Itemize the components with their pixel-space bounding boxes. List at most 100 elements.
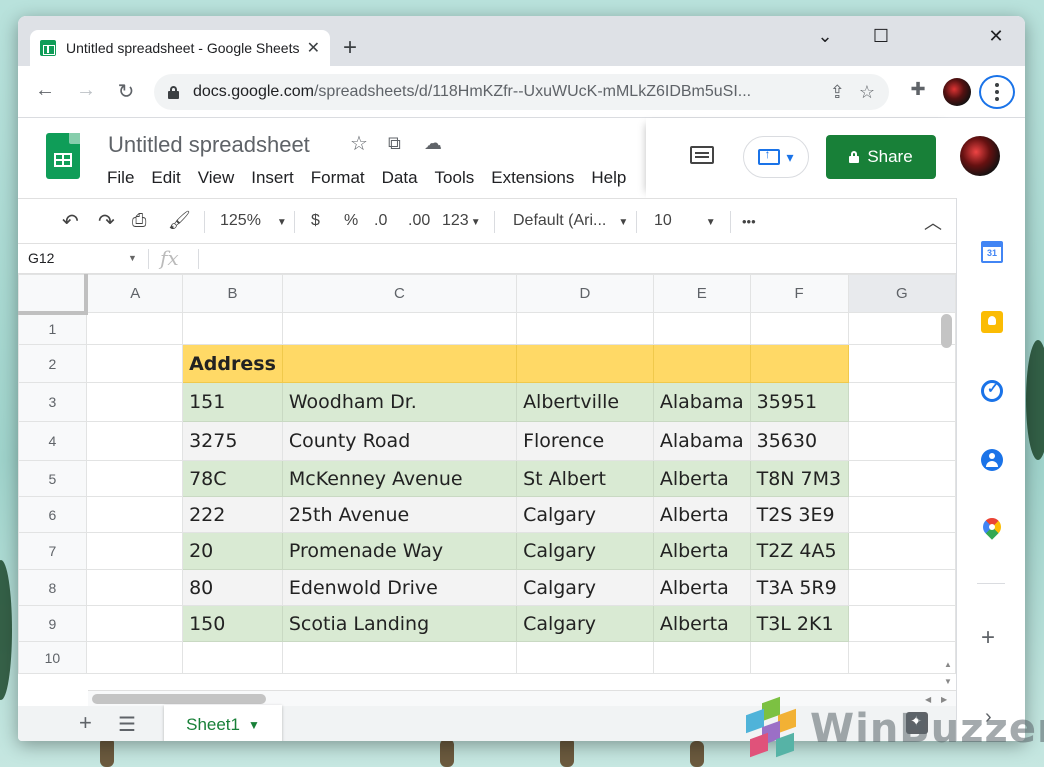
star-icon[interactable]: ☆	[859, 82, 875, 103]
calendar-icon[interactable]: 31	[981, 241, 1003, 263]
cell-e6[interactable]: Alberta	[652, 496, 751, 533]
column-header-c[interactable]: C	[281, 274, 518, 313]
more-tools-button[interactable]: •••	[742, 214, 756, 229]
address-bar[interactable]: docs.google.com/spreadsheets/d/118HmKZfr…	[154, 74, 889, 110]
cell-d9[interactable]: Calgary	[516, 605, 654, 642]
new-tab-button[interactable]: +	[343, 36, 357, 60]
cell-a2[interactable]	[85, 344, 184, 383]
present-button[interactable]: ▾	[743, 136, 809, 178]
tasks-icon[interactable]	[981, 380, 1003, 402]
cell-a4[interactable]	[85, 421, 184, 461]
row-header-7[interactable]: 7	[18, 532, 87, 570]
scroll-up-icon[interactable]: ▲	[944, 660, 952, 669]
cell-f10[interactable]	[749, 641, 849, 674]
cell-b4[interactable]: 3275	[182, 421, 283, 461]
cell-a5[interactable]	[85, 460, 184, 497]
cell-b10[interactable]	[182, 641, 283, 674]
redo-icon[interactable]: ↷	[98, 209, 115, 234]
cell-b3[interactable]: 151	[182, 382, 283, 422]
decrease-decimal-button[interactable]: .0	[374, 212, 387, 230]
get-addons-button[interactable]: +	[981, 624, 995, 652]
column-header-e[interactable]: E	[652, 274, 751, 313]
column-header-d[interactable]: D	[516, 274, 654, 313]
cell-f7[interactable]: T2Z 4A5	[749, 532, 849, 570]
menu-extensions[interactable]: Extensions	[491, 168, 574, 188]
menu-edit[interactable]: Edit	[151, 168, 180, 188]
column-header-g[interactable]: G	[847, 274, 956, 313]
zoom-select[interactable]: 125% ▼	[220, 212, 287, 230]
menu-insert[interactable]: Insert	[251, 168, 294, 188]
number-format-button[interactable]: 123 ▼	[442, 212, 481, 230]
cell-c7[interactable]: Promenade Way	[281, 532, 518, 570]
font-select[interactable]: Default (Ari... ▼	[513, 212, 628, 230]
contacts-icon[interactable]	[981, 449, 1003, 471]
star-icon[interactable]: ☆	[350, 131, 368, 156]
doc-title[interactable]: Untitled spreadsheet	[108, 132, 310, 158]
name-box[interactable]: G12	[28, 250, 54, 266]
profile-avatar[interactable]	[943, 78, 971, 106]
print-icon[interactable]: ⎙	[132, 210, 146, 231]
keep-icon[interactable]	[981, 311, 1003, 333]
cell-f9[interactable]: T3L 2K1	[749, 605, 849, 642]
cell-c9[interactable]: Scotia Landing	[281, 605, 518, 642]
cell-g1[interactable]	[847, 312, 956, 345]
cell-g6[interactable]	[847, 496, 956, 533]
account-avatar[interactable]	[960, 136, 1000, 176]
close-window-button[interactable]: ✕	[981, 26, 1011, 47]
cell-g9[interactable]	[847, 605, 956, 642]
cell-e8[interactable]: Alberta	[652, 569, 751, 606]
maps-icon[interactable]	[979, 514, 1005, 540]
forward-button[interactable]: →	[74, 79, 98, 102]
column-header-f[interactable]: F	[749, 274, 849, 313]
cell-c4[interactable]: County Road	[281, 421, 518, 461]
cell-d6[interactable]: Calgary	[516, 496, 654, 533]
cell-a6[interactable]	[85, 496, 184, 533]
cell-b7[interactable]: 20	[182, 532, 283, 570]
move-folder-icon[interactable]: ⧉	[388, 133, 401, 154]
formula-input[interactable]	[208, 250, 948, 268]
browser-tab[interactable]: Untitled spreadsheet - Google Sheets ✕	[30, 30, 330, 66]
cell-b5[interactable]: 78C	[182, 460, 283, 497]
cell-c6[interactable]: 25th Avenue	[281, 496, 518, 533]
cell-f6[interactable]: T2S 3E9	[749, 496, 849, 533]
kebab-menu-icon[interactable]	[979, 75, 1015, 109]
tab-close-icon[interactable]: ✕	[307, 38, 320, 58]
comment-history-icon[interactable]	[690, 146, 714, 164]
cell-f1[interactable]	[749, 312, 849, 345]
increase-decimal-button[interactable]: .00	[408, 212, 430, 230]
font-size-select[interactable]: 10 ▼	[654, 212, 716, 230]
all-sheets-button[interactable]: ☰	[118, 712, 136, 737]
cloud-status-icon[interactable]: ☁	[424, 133, 442, 154]
row-header-5[interactable]: 5	[18, 460, 87, 497]
cell-g7[interactable]	[847, 532, 956, 570]
cell-d5[interactable]: St Albert	[516, 460, 654, 497]
sheets-logo-icon[interactable]	[46, 133, 80, 179]
cell-a3[interactable]	[85, 382, 184, 422]
cell-c1[interactable]	[281, 312, 518, 345]
row-header-2[interactable]: 2	[18, 344, 87, 383]
share-button[interactable]: Share	[826, 135, 936, 179]
lock-icon[interactable]	[168, 85, 179, 99]
cell-d3[interactable]: Albertville	[516, 382, 654, 422]
minimize-button[interactable]: ⌄	[810, 26, 840, 47]
cell-a10[interactable]	[85, 641, 184, 674]
row-header-9[interactable]: 9	[18, 605, 87, 642]
cell-d7[interactable]: Calgary	[516, 532, 654, 570]
cell-e10[interactable]	[652, 641, 751, 674]
cell-g2[interactable]	[847, 344, 956, 383]
cell-c8[interactable]: Edenwold Drive	[281, 569, 518, 606]
cell-b1[interactable]	[182, 312, 283, 345]
cell-c10[interactable]	[281, 641, 518, 674]
row-header-4[interactable]: 4	[18, 421, 87, 461]
cell-f4[interactable]: 35630	[749, 421, 849, 461]
percent-button[interactable]: %	[344, 212, 358, 230]
cell-a7[interactable]	[85, 532, 184, 570]
cell-d8[interactable]: Calgary	[516, 569, 654, 606]
cell-b8[interactable]: 80	[182, 569, 283, 606]
column-header-b[interactable]: B	[182, 274, 283, 313]
cell-e3[interactable]: Alabama	[652, 382, 751, 422]
scroll-down-icon[interactable]: ▼	[944, 677, 952, 686]
url-text[interactable]: docs.google.com/spreadsheets/d/118HmKZfr…	[193, 83, 816, 101]
menu-file[interactable]: File	[107, 168, 134, 188]
cell-b9[interactable]: 150	[182, 605, 283, 642]
